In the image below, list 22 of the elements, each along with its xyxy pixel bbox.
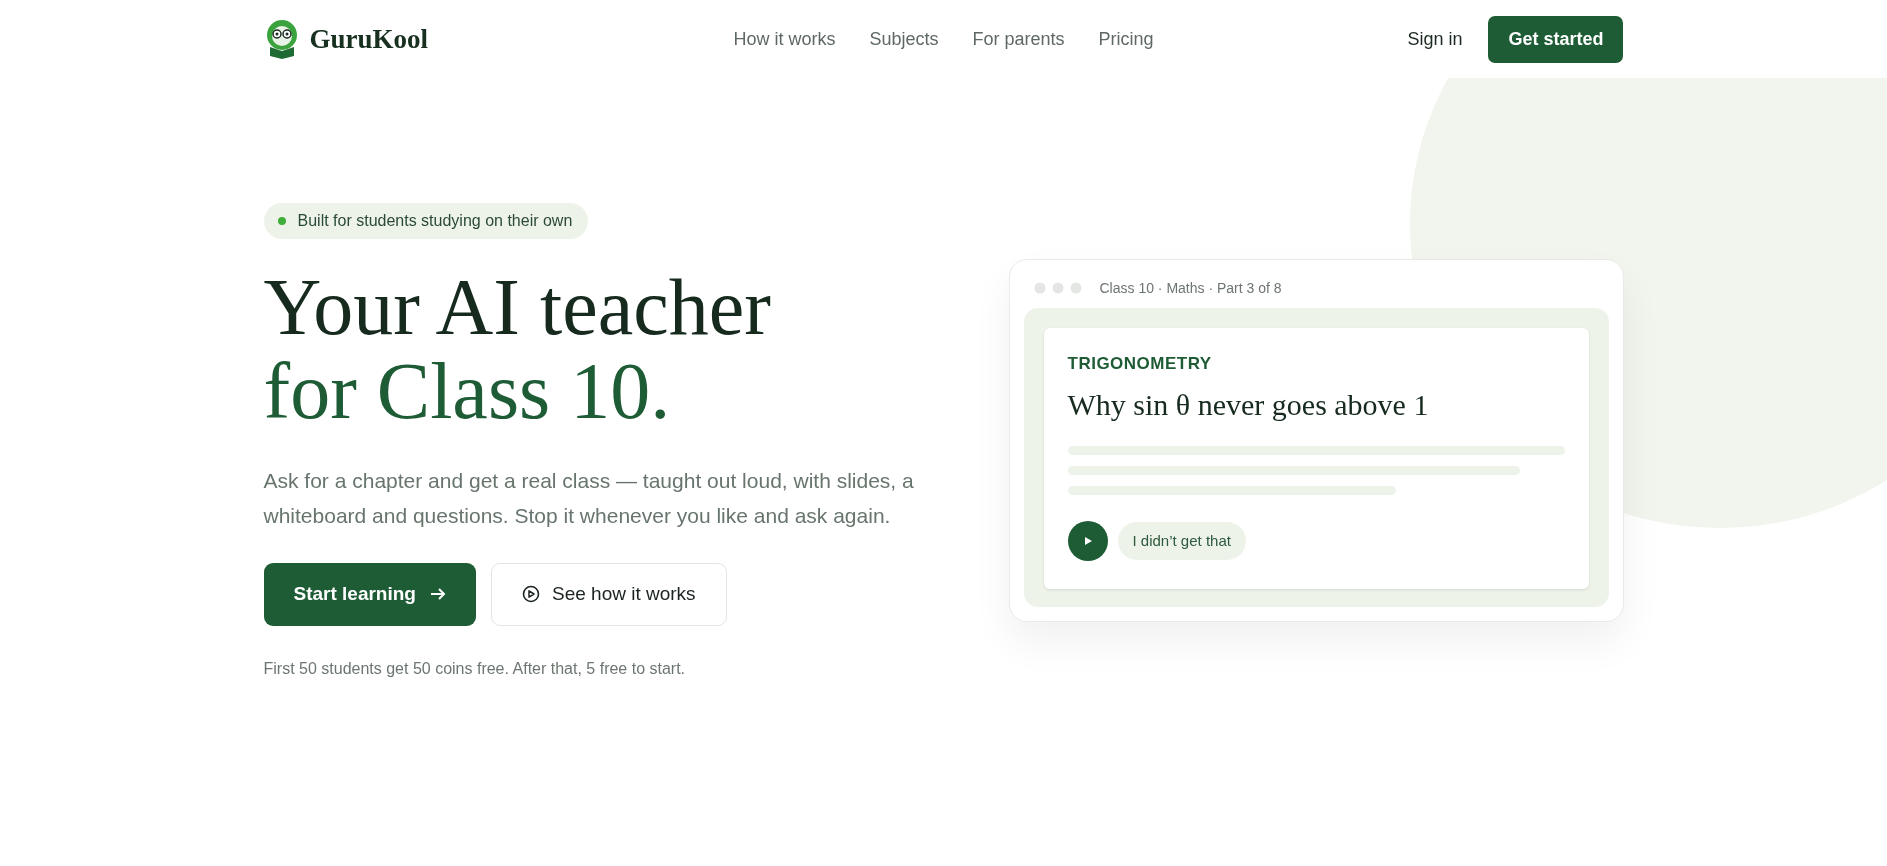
slide-title: Why sin θ never goes above 1: [1067, 387, 1430, 422]
brand-name[interactable]: GuruKool: [309, 23, 429, 55]
status-dot-icon: [277, 216, 286, 225]
sign-in-link[interactable]: Sign in: [1407, 28, 1463, 50]
play-button[interactable]: [1067, 520, 1108, 561]
get-started-button[interactable]: Get started: [1488, 15, 1624, 63]
hero-heading: Your AI teacher for Class 10.: [263, 264, 771, 433]
nav-link[interactable]: How it works: [733, 28, 836, 50]
offer-note: First 50 students get 50 coins free. After that, 5 free to start.: [263, 659, 686, 678]
arrow-right-icon: [430, 587, 446, 601]
nav-link[interactable]: For parents: [972, 28, 1065, 50]
window-dots-icon: [1033, 281, 1082, 294]
slide-topic: TRIGONOMETRY: [1067, 353, 1213, 374]
hero-description: Ask for a chapter and get a real class — taught out loud, with slides, a whiteboard and questions. Stop it whenever you like and ask again.: [263, 467, 915, 529]
play-circle-icon: [522, 585, 540, 603]
badge-text: Built for students studying on their own: [297, 211, 573, 230]
nav-link[interactable]: Subjects: [869, 28, 939, 50]
lesson-breadcrumb: Class 10 · Maths · Part 3 of 8: [1099, 279, 1282, 296]
nav-link[interactable]: Pricing: [1098, 28, 1154, 50]
see-how-it-works-button[interactable]: See how it works: [491, 562, 727, 626]
start-learning-button[interactable]: Start learning: [263, 562, 476, 626]
reply-chip[interactable]: I didn’t get that: [1117, 521, 1246, 560]
